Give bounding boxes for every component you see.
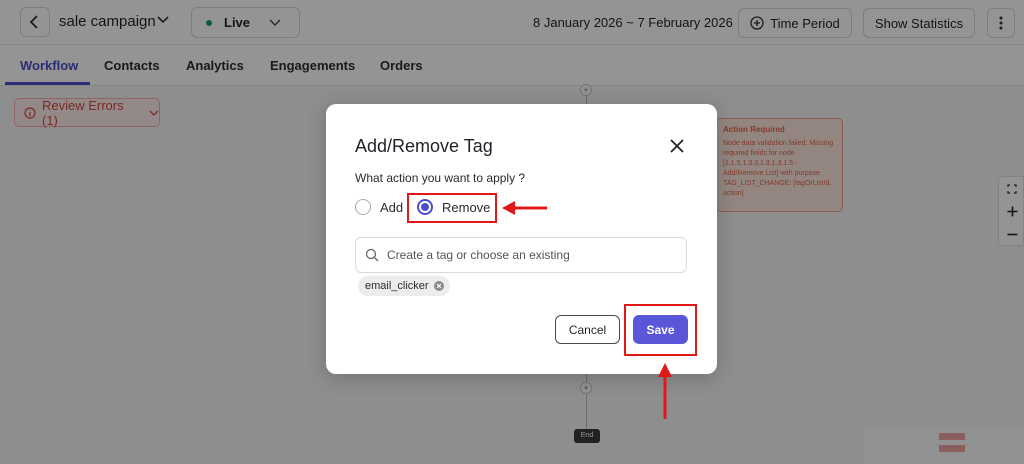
action-question: What action you want to apply ? bbox=[355, 171, 526, 185]
radio-label-add[interactable]: Add bbox=[380, 200, 403, 215]
tag-chip-label: email_clicker bbox=[365, 280, 429, 292]
tag-search-input[interactable]: Create a tag or choose an existing bbox=[355, 237, 687, 273]
tag-search-placeholder: Create a tag or choose an existing bbox=[387, 248, 570, 262]
add-remove-tag-dialog: Add/Remove Tag What action you want to a… bbox=[326, 104, 717, 374]
cancel-button[interactable]: Cancel bbox=[555, 315, 620, 344]
remove-tag-icon[interactable] bbox=[433, 281, 444, 291]
annotation-highlight-box bbox=[624, 304, 697, 356]
radio-button-icon[interactable] bbox=[355, 199, 371, 215]
tag-chip: email_clicker bbox=[358, 276, 450, 296]
search-icon bbox=[365, 248, 379, 262]
radio-option-add[interactable]: Add bbox=[355, 199, 403, 215]
annotation-highlight-box bbox=[407, 193, 497, 223]
close-icon bbox=[670, 139, 684, 153]
dialog-title: Add/Remove Tag bbox=[355, 136, 493, 156]
close-button[interactable] bbox=[666, 135, 688, 157]
